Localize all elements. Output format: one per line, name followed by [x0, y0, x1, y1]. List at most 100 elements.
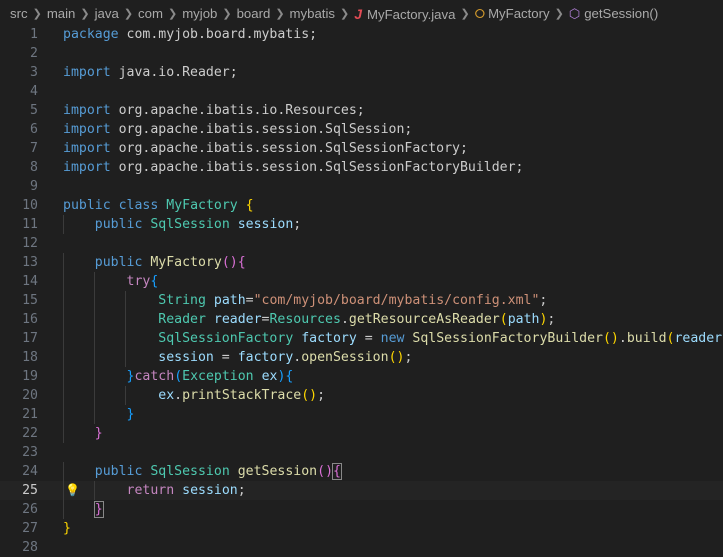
line-number: 21: [22, 407, 38, 422]
code-token: =: [213, 350, 238, 365]
code-token: org.apache.ibatis.session.SqlSessionFact…: [110, 160, 524, 175]
code-token: build: [626, 331, 667, 346]
code-token: SqlSession: [150, 464, 230, 479]
line-number: 19: [22, 369, 38, 384]
code-line[interactable]: 26 }: [0, 500, 723, 519]
code-token: ;: [317, 388, 326, 403]
lightbulb-icon[interactable]: 💡: [65, 481, 80, 500]
code-line[interactable]: 24 public SqlSession getSession(){: [0, 462, 723, 481]
method-symbol-icon: ⬡: [568, 5, 581, 21]
line-number: 27: [22, 521, 38, 536]
code-token: (: [174, 369, 183, 384]
code-line[interactable]: 4: [0, 82, 723, 101]
breadcrumb-main[interactable]: main: [47, 6, 76, 21]
code-editor[interactable]: 1 package com.myjob.board.mybatis; 2 3 impor…: [0, 25, 723, 555]
code-text: package com.myjob.board.mybatis;: [63, 25, 317, 44]
code-token: getSession: [237, 464, 318, 479]
line-number: 12: [22, 236, 38, 251]
line-number: 1: [30, 27, 38, 42]
code-token: =: [245, 293, 254, 308]
code-token: path: [213, 293, 246, 308]
code-token: reader: [213, 312, 262, 327]
code-line[interactable]: 25 return session; 💡: [0, 481, 723, 500]
breadcrumb-board[interactable]: board: [237, 6, 271, 21]
breadcrumb-class[interactable]: ⭘ MyFactory: [475, 6, 550, 22]
breadcrumb-src[interactable]: src: [10, 6, 28, 21]
line-number: 7: [30, 141, 38, 156]
line-number: 6: [30, 122, 38, 137]
code-line[interactable]: 13 public MyFactory(){: [0, 253, 723, 272]
code-token: new: [380, 331, 405, 346]
line-number: 3: [30, 65, 38, 80]
code-line[interactable]: 11 public SqlSession session;: [0, 215, 723, 234]
code-line[interactable]: 14 try{: [0, 272, 723, 291]
code-text: }: [63, 519, 71, 538]
code-token: return: [126, 483, 175, 498]
code-text: }catch(Exception ex){: [63, 367, 294, 386]
code-line[interactable]: 7 import org.apache.ibatis.session.SqlSes…: [0, 139, 723, 158]
code-line[interactable]: 12: [0, 234, 723, 253]
code-line[interactable]: 15 String path="com/myjob/board/mybatis/…: [0, 291, 723, 310]
code-line[interactable]: 18 session = factory.openSession();: [0, 348, 723, 367]
code-token: public: [63, 198, 111, 213]
line-number: 4: [30, 84, 38, 99]
breadcrumb-com[interactable]: com: [138, 6, 163, 21]
code-line[interactable]: 9: [0, 177, 723, 196]
code-token: com.myjob.board.mybatis;: [118, 27, 318, 42]
chevron-right-icon: ❯: [32, 8, 42, 20]
code-token: public: [94, 255, 143, 270]
code-line[interactable]: 3 import java.io.Reader;: [0, 63, 723, 82]
code-token: MyFactory: [166, 198, 238, 213]
code-line[interactable]: 1 package com.myjob.board.mybatis;: [0, 25, 723, 44]
code-token: .: [174, 388, 183, 403]
code-token: {: [237, 255, 246, 270]
chevron-right-icon: ❯: [554, 8, 564, 20]
code-line[interactable]: 21 }: [0, 405, 723, 424]
line-number: 5: [30, 103, 38, 118]
code-line[interactable]: 27}: [0, 519, 723, 538]
line-number: 2: [30, 46, 38, 61]
code-token: SqlSession: [150, 217, 230, 232]
code-token: (): [301, 388, 318, 403]
code-line[interactable]: 17 SqlSessionFactory factory = new SqlSe…: [0, 329, 723, 348]
code-token: Reader: [158, 312, 206, 327]
code-token: ex: [261, 369, 278, 384]
code-token: public: [94, 217, 143, 232]
breadcrumb-mybatis[interactable]: mybatis: [290, 6, 335, 21]
code-token: .: [340, 312, 349, 327]
code-line[interactable]: 8 import org.apache.ibatis.session.SqlSes…: [0, 158, 723, 177]
code-line[interactable]: 10 public class MyFactory {: [0, 196, 723, 215]
code-line[interactable]: 28: [0, 538, 723, 557]
code-token: ;: [237, 483, 246, 498]
breadcrumb-java[interactable]: java: [95, 6, 119, 21]
code-token: ex: [158, 388, 175, 403]
breadcrumb-file[interactable]: J MyFactory.java: [354, 6, 455, 22]
line-number: 13: [22, 255, 38, 270]
code-line[interactable]: 20 ex.printStackTrace();: [0, 386, 723, 405]
code-line[interactable]: 5 import org.apache.ibatis.io.Resources;: [0, 101, 723, 120]
line-number: 15: [22, 293, 38, 308]
code-line[interactable]: 22 }: [0, 424, 723, 443]
line-number: 10: [22, 198, 38, 213]
code-line[interactable]: 19 }catch(Exception ex){: [0, 367, 723, 386]
code-line[interactable]: 2: [0, 44, 723, 63]
breadcrumb-method[interactable]: ⬡ getSession(): [569, 6, 658, 22]
code-token: import: [63, 141, 111, 156]
code-text: import org.apache.ibatis.io.Resources;: [63, 101, 365, 120]
code-line[interactable]: 16 Reader reader=Resources.getResourceAs…: [0, 310, 723, 329]
code-token: (): [221, 255, 238, 270]
breadcrumb-myjob[interactable]: myjob: [182, 6, 217, 21]
code-line[interactable]: 23: [0, 443, 723, 462]
code-text: public SqlSession session;: [63, 215, 301, 234]
code-token: ;: [547, 312, 556, 327]
code-line[interactable]: 6 import org.apache.ibatis.session.SqlSes…: [0, 120, 723, 139]
line-number: 18: [22, 350, 38, 365]
code-token: openSession: [301, 350, 389, 365]
